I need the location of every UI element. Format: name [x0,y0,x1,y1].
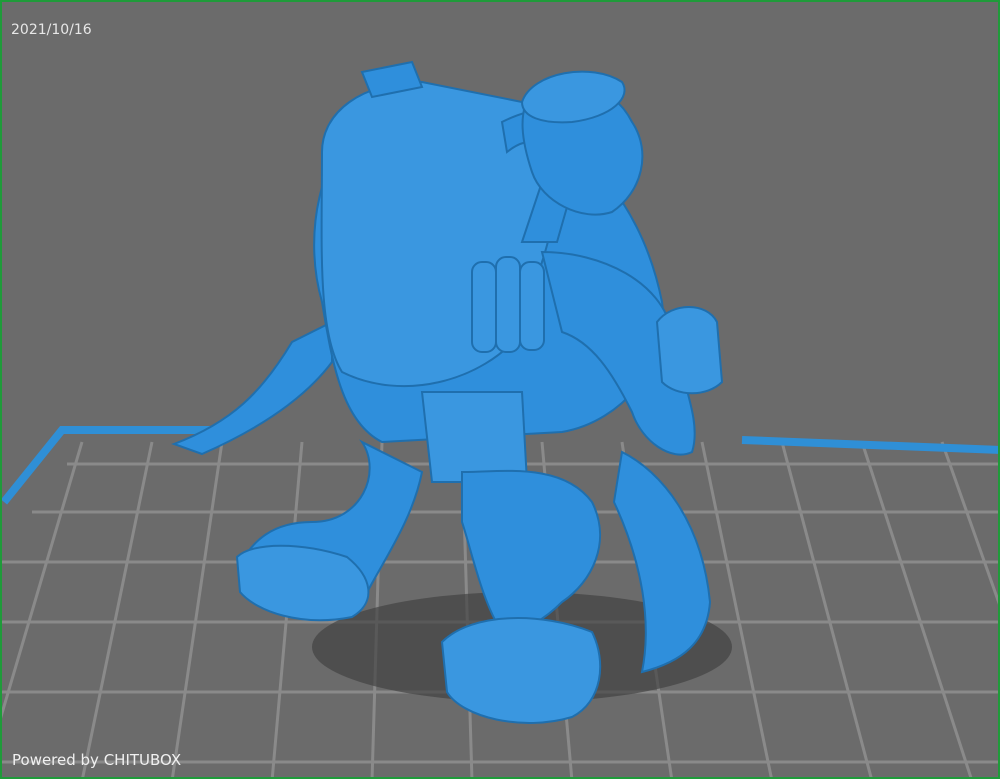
right-boot [440,617,602,724]
3d-viewport[interactable]: 2021/10/16 Powered by CHITUBOX [0,0,1000,779]
footer-credit: Powered by CHITUBOX [12,751,182,769]
ammo-pouch-right [655,306,724,395]
canister-cluster [471,256,545,353]
hip-pouch [420,391,529,483]
left-blade [171,320,333,456]
date-stamp: 2021/10/16 [11,22,92,38]
scene-canvas[interactable] [2,2,1000,779]
